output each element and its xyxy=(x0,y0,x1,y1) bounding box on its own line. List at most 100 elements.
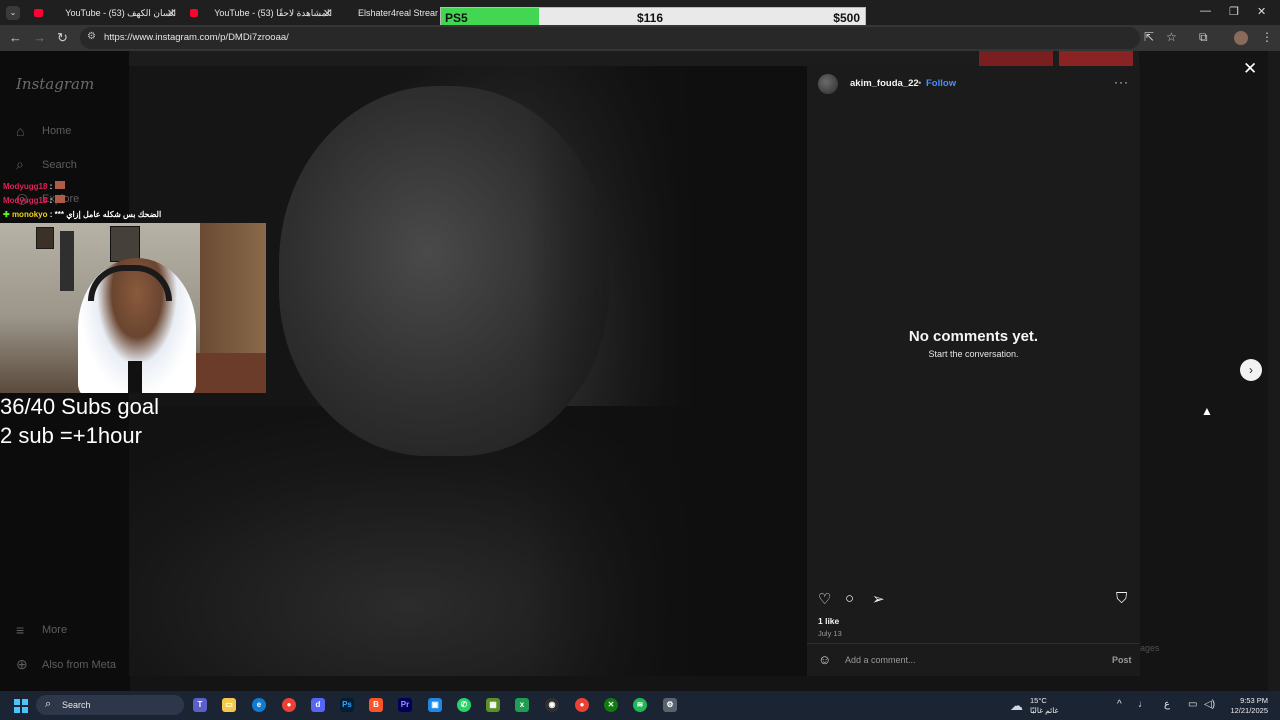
extensions-icon[interactable]: ⧉ xyxy=(1199,30,1208,45)
chat-emote-icon xyxy=(54,181,65,189)
instagram-logo[interactable]: Instagram xyxy=(16,75,94,93)
nav-meta[interactable]: ⊕ Also from Meta xyxy=(16,656,116,673)
discord-icon[interactable]: d xyxy=(311,698,325,712)
taskbar-search-label: Search xyxy=(62,700,91,710)
comments-panel: akim_fouda_22 • Follow ··· No comments y… xyxy=(807,66,1140,676)
youtube-icon xyxy=(190,9,199,17)
minimize-icon[interactable]: — xyxy=(1200,5,1211,17)
bookmark-star-icon[interactable]: ☆ xyxy=(1166,30,1177,44)
minecraft-icon[interactable]: ▦ xyxy=(486,698,500,712)
volume-icon[interactable]: ◁) xyxy=(1204,699,1215,710)
tab-title: Elshater4real Stream xyxy=(358,8,438,18)
photoshop-icon[interactable]: Ps xyxy=(340,698,354,712)
settings-icon[interactable]: ⚙ xyxy=(663,698,677,712)
empty-comments-subtitle: Start the conversation. xyxy=(928,349,1019,359)
browser-tab-1[interactable]: YouTube - السان الكهف (53) ✕ xyxy=(34,4,176,22)
nav-more-label: More xyxy=(42,624,68,636)
chat-message: Modyugg18 : xyxy=(3,181,65,191)
tab-search-menu-button[interactable]: ⌄ xyxy=(6,6,20,20)
media-app-icon[interactable]: ▣ xyxy=(428,698,442,712)
address-bar[interactable]: ⚙ https://www.instagram.com/p/DMDi7zrooa… xyxy=(80,27,1140,49)
chrome-icon[interactable]: ● xyxy=(282,698,296,712)
network-icon[interactable]: ▭ xyxy=(1188,699,1197,710)
post-comment-button[interactable]: Post xyxy=(1112,655,1132,665)
goal-label: PS5 xyxy=(445,11,468,25)
browser-menu-icon[interactable]: ⋮ xyxy=(1261,30,1273,44)
file-explorer-icon[interactable]: ▭ xyxy=(222,698,236,712)
empty-comments-title: No comments yet. xyxy=(908,328,1039,345)
chat-username: Modyugg18 xyxy=(3,196,48,205)
nav-home[interactable]: ⌂ Home xyxy=(16,123,71,139)
taskbar-clock[interactable]: 9:53 PM 12/21/2025 xyxy=(1218,696,1268,716)
search-icon: ⌕ xyxy=(45,698,52,710)
excel-icon[interactable]: x xyxy=(515,698,529,712)
follow-button[interactable]: Follow xyxy=(926,78,956,89)
comment-bubble-icon[interactable]: ○ xyxy=(845,590,854,607)
teams-icon[interactable]: T xyxy=(193,698,207,712)
windows-start-icon[interactable] xyxy=(14,699,28,713)
save-bookmark-icon[interactable]: ⛉ xyxy=(1116,590,1127,607)
subs-rule-text: 2 sub =+1hour xyxy=(0,423,142,448)
reload-icon[interactable]: ↻ xyxy=(57,30,68,46)
divider xyxy=(807,643,1140,644)
microphone-icon[interactable]: ♩ xyxy=(1138,699,1148,710)
close-icon[interactable]: ✕ xyxy=(1243,59,1257,79)
comment-input[interactable]: Add a comment... xyxy=(845,655,916,665)
windows-taskbar: ⌕ Search T ▭ e ● d Ps B Pr ▣ ✆ ▦ x ◉ ● ✕… xyxy=(0,691,1280,720)
restore-icon[interactable]: ❐ xyxy=(1229,5,1239,18)
clock-time: 9:53 PM xyxy=(1240,696,1268,705)
chat-username: Modyugg18 xyxy=(3,182,48,191)
nav-meta-label: Also from Meta xyxy=(42,658,116,671)
site-info-icon[interactable]: ⚙ xyxy=(87,31,96,42)
close-tab-icon[interactable]: ✕ xyxy=(167,7,176,20)
close-tab-icon[interactable]: ✕ xyxy=(323,7,332,20)
taskbar-search[interactable]: ⌕ Search xyxy=(36,695,184,715)
back-icon[interactable]: ← xyxy=(9,30,22,45)
author-username[interactable]: akim_fouda_22 xyxy=(850,78,919,89)
chrome-profile-icon[interactable]: ● xyxy=(575,698,589,712)
feed-thumb xyxy=(979,51,1053,66)
author-avatar[interactable] xyxy=(818,74,838,94)
feed-thumb xyxy=(1059,51,1133,66)
like-count[interactable]: 1 like xyxy=(818,616,839,626)
tab-title: YouTube - السان الكهف (53) xyxy=(65,7,176,18)
meta-icon: ⊕ xyxy=(16,656,28,672)
whatsapp-icon[interactable]: ✆ xyxy=(457,698,471,712)
browser-tab-3[interactable]: Elshater4real Stream xyxy=(350,4,438,22)
browser-tab-2[interactable]: YouTube - المشاهدة لاحقًا (53) ✕ xyxy=(190,4,332,22)
window-close-icon[interactable]: ✕ xyxy=(1257,5,1266,18)
page-scrollbar[interactable] xyxy=(1268,51,1280,691)
spotify-icon[interactable]: ≋ xyxy=(633,698,647,712)
share-send-icon[interactable]: ➢ xyxy=(872,590,885,608)
edge-icon[interactable]: e xyxy=(252,698,266,712)
nav-search[interactable]: ⌕ Search xyxy=(16,156,77,173)
chat-message: Modyugg18 : xyxy=(3,195,65,205)
menu-icon: ≡ xyxy=(16,622,25,638)
mouse-cursor-icon: ▲ xyxy=(1201,404,1213,418)
more-options-icon[interactable]: ··· xyxy=(1114,75,1129,89)
like-heart-icon[interactable]: ♡ xyxy=(818,590,831,608)
install-app-icon[interactable]: ⇱ xyxy=(1144,30,1154,44)
obs-icon[interactable]: ◉ xyxy=(545,698,559,712)
profile-avatar[interactable] xyxy=(1234,31,1248,45)
chat-separator: : xyxy=(47,196,53,205)
xbox-icon[interactable]: ✕ xyxy=(604,698,618,712)
next-post-chevron-icon[interactable]: › xyxy=(1240,359,1262,381)
wall-frame xyxy=(36,227,54,249)
browser-toolbar: ← → ↻ ⚙ https://www.instagram.com/p/DMDi… xyxy=(0,25,1280,51)
weather-widget[interactable]: 15°C غائم غالبًا xyxy=(1030,696,1058,716)
emoji-icon[interactable]: ☺ xyxy=(818,652,831,667)
goal-current: $116 xyxy=(637,11,664,25)
forward-icon[interactable]: → xyxy=(33,30,46,45)
language-icon[interactable]: ع xyxy=(1164,699,1170,710)
clock-date: 12/21/2025 xyxy=(1230,706,1268,715)
nav-more[interactable]: ≡ More xyxy=(16,622,67,638)
premiere-icon[interactable]: Pr xyxy=(398,698,412,712)
chat-message: ✚ monokyo : *** الضحك بس شكله عامل إزاي xyxy=(3,210,161,219)
kick-badge-icon: ✚ xyxy=(3,210,10,219)
chat-separator: : xyxy=(47,182,53,191)
wall-frame xyxy=(60,231,74,291)
messages-button-label[interactable]: ages xyxy=(1140,643,1160,653)
brave-icon[interactable]: B xyxy=(369,698,383,712)
tray-chevron-icon[interactable]: ^ xyxy=(1117,699,1122,710)
